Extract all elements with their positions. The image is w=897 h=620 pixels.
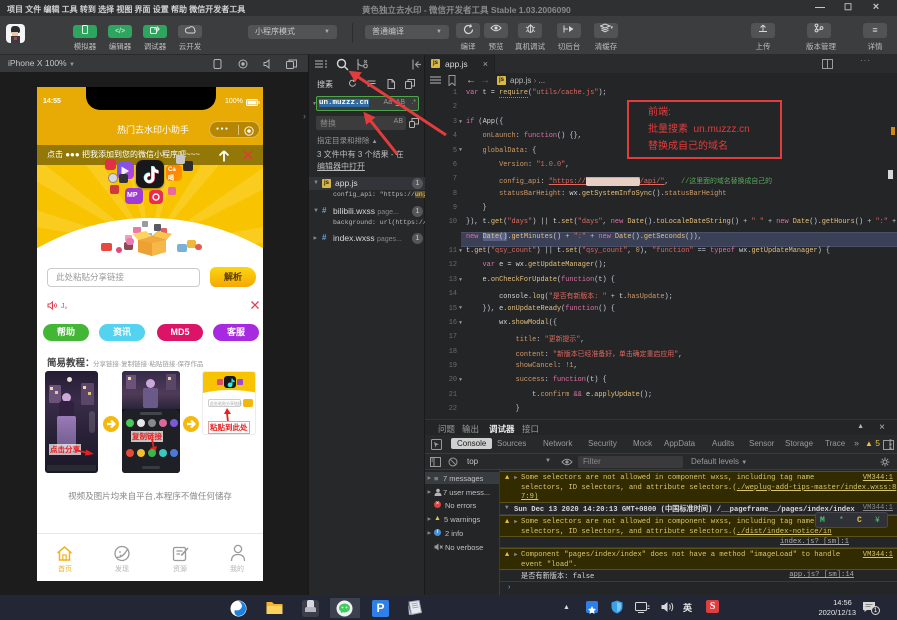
- svg-text:▾: ▾: [610, 25, 613, 31]
